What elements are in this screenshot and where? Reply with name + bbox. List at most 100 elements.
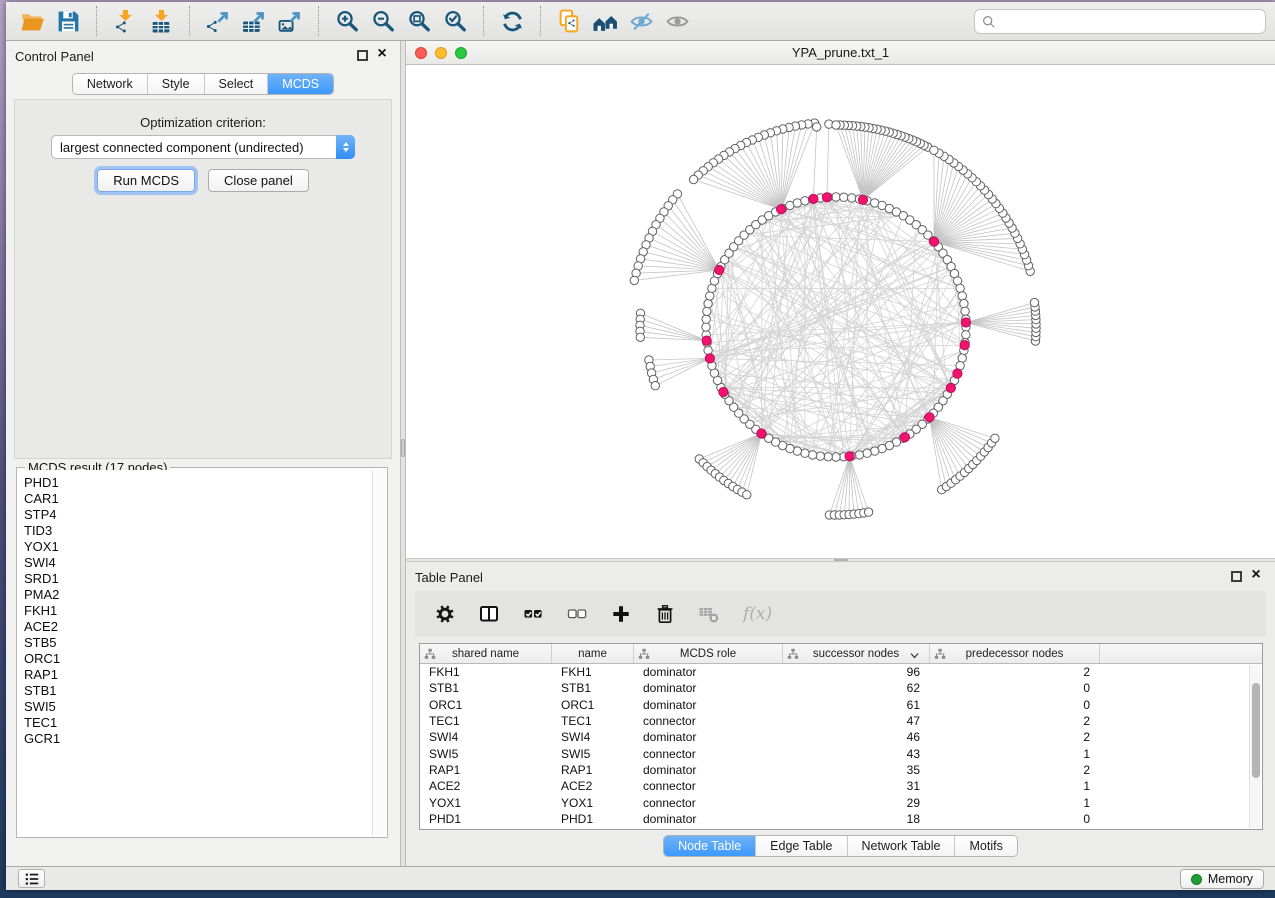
- export-table-button[interactable]: [239, 6, 269, 36]
- cell-name[interactable]: SWI5: [552, 747, 634, 761]
- show-all-button[interactable]: [662, 6, 692, 36]
- cell-name[interactable]: YOX1: [552, 796, 634, 810]
- network-graph[interactable]: [406, 65, 1275, 558]
- cell-successor-nodes[interactable]: 47: [783, 714, 930, 728]
- cell-shared-name[interactable]: ORC1: [420, 698, 552, 712]
- mcds-result-item[interactable]: TEC1: [19, 715, 372, 731]
- mcds-result-item[interactable]: PMA2: [19, 587, 372, 603]
- table-row[interactable]: FKH1FKH1dominator962: [420, 664, 1262, 680]
- refresh-network-button[interactable]: [497, 6, 527, 36]
- mcds-result-item[interactable]: YOX1: [19, 539, 372, 555]
- cell-predecessor-nodes[interactable]: 1: [930, 779, 1100, 793]
- cell-name[interactable]: STB1: [552, 681, 634, 695]
- column-header-successor-nodes[interactable]: successor nodes: [783, 644, 930, 663]
- table-row[interactable]: YOX1YOX1connector291: [420, 794, 1262, 810]
- duplicate-network-button[interactable]: [554, 6, 584, 36]
- network-canvas[interactable]: [406, 65, 1275, 558]
- table-scrollbar-thumb[interactable]: [1252, 683, 1260, 778]
- cell-successor-nodes[interactable]: 46: [783, 730, 930, 744]
- cell-shared-name[interactable]: SWI4: [420, 730, 552, 744]
- cell-successor-nodes[interactable]: 18: [783, 812, 930, 826]
- cell-shared-name[interactable]: STB1: [420, 681, 552, 695]
- cell-name[interactable]: SWI4: [552, 730, 634, 744]
- tab-mcds[interactable]: MCDS: [267, 74, 333, 94]
- cell-MCDS-role[interactable]: dominator: [634, 730, 783, 744]
- cell-name[interactable]: PHD1: [552, 812, 634, 826]
- cell-MCDS-role[interactable]: dominator: [634, 763, 783, 777]
- cell-name[interactable]: TEC1: [552, 714, 634, 728]
- column-header-predecessor-nodes[interactable]: predecessor nodes: [930, 644, 1100, 663]
- cell-successor-nodes[interactable]: 35: [783, 763, 930, 777]
- cell-predecessor-nodes[interactable]: 2: [930, 730, 1100, 744]
- cell-MCDS-role[interactable]: connector: [634, 714, 783, 728]
- cell-shared-name[interactable]: TEC1: [420, 714, 552, 728]
- table-row[interactable]: RAP1RAP1dominator352: [420, 762, 1262, 778]
- cell-shared-name[interactable]: ACE2: [420, 779, 552, 793]
- cell-successor-nodes[interactable]: 31: [783, 779, 930, 793]
- table-row[interactable]: TEC1TEC1connector472: [420, 713, 1262, 729]
- save-session-button[interactable]: [53, 6, 83, 36]
- cell-MCDS-role[interactable]: dominator: [634, 681, 783, 695]
- mcds-result-item[interactable]: CAR1: [19, 491, 372, 507]
- cell-predecessor-nodes[interactable]: 1: [930, 796, 1100, 810]
- float-panel-icon[interactable]: [357, 50, 368, 61]
- cell-predecessor-nodes[interactable]: 0: [930, 812, 1100, 826]
- mcds-result-item[interactable]: GCR1: [19, 731, 372, 747]
- mcds-result-item[interactable]: STP4: [19, 507, 372, 523]
- cell-predecessor-nodes[interactable]: 0: [930, 698, 1100, 712]
- tab-network-table[interactable]: Network Table: [847, 836, 955, 856]
- tab-node-table[interactable]: Node Table: [664, 836, 755, 856]
- mcds-result-item[interactable]: ACE2: [19, 619, 372, 635]
- zoom-fit-button[interactable]: [404, 6, 434, 36]
- tab-network[interactable]: Network: [73, 74, 147, 94]
- cell-shared-name[interactable]: YOX1: [420, 796, 552, 810]
- mcds-list-scrollbar[interactable]: [372, 470, 385, 835]
- select-all-checkboxes-button[interactable]: [523, 604, 543, 624]
- task-history-button[interactable]: [18, 869, 45, 888]
- first-neighbors-button[interactable]: [590, 6, 620, 36]
- zoom-out-button[interactable]: [368, 6, 398, 36]
- table-row[interactable]: SWI5SWI5connector431: [420, 745, 1262, 761]
- mcds-result-item[interactable]: SRD1: [19, 571, 372, 587]
- cell-shared-name[interactable]: PHD1: [420, 812, 552, 826]
- open-session-button[interactable]: [17, 6, 47, 36]
- tab-style[interactable]: Style: [147, 74, 204, 94]
- cell-name[interactable]: FKH1: [552, 665, 634, 679]
- deselect-all-checkboxes-button[interactable]: [567, 604, 587, 624]
- column-header-name[interactable]: name: [552, 644, 634, 663]
- mcds-result-list[interactable]: PHD1CAR1STP4TID3YOX1SWI4SRD1PMA2FKH1ACE2…: [19, 470, 372, 835]
- search-input[interactable]: [1000, 12, 1265, 32]
- optimization-criterion-select[interactable]: largest connected component (undirected): [51, 135, 355, 159]
- table-row[interactable]: ACE2ACE2connector311: [420, 778, 1262, 794]
- column-header-MCDS-role[interactable]: MCDS role: [634, 644, 783, 663]
- table-scrollbar[interactable]: [1249, 665, 1261, 828]
- zoom-selected-button[interactable]: [440, 6, 470, 36]
- cell-name[interactable]: ORC1: [552, 698, 634, 712]
- memory-button[interactable]: Memory: [1180, 869, 1264, 889]
- cell-successor-nodes[interactable]: 96: [783, 665, 930, 679]
- cell-successor-nodes[interactable]: 43: [783, 747, 930, 761]
- mcds-result-item[interactable]: PHD1: [19, 475, 372, 491]
- cell-predecessor-nodes[interactable]: 1: [930, 747, 1100, 761]
- mcds-result-item[interactable]: STB1: [19, 683, 372, 699]
- cell-MCDS-role[interactable]: connector: [634, 747, 783, 761]
- cell-predecessor-nodes[interactable]: 2: [930, 714, 1100, 728]
- close-table-panel-icon[interactable]: ×: [1248, 566, 1264, 584]
- cell-shared-name[interactable]: RAP1: [420, 763, 552, 777]
- cell-predecessor-nodes[interactable]: 2: [930, 665, 1100, 679]
- import-table-button[interactable]: [146, 6, 176, 36]
- cell-successor-nodes[interactable]: 29: [783, 796, 930, 810]
- cell-shared-name[interactable]: SWI5: [420, 747, 552, 761]
- cell-MCDS-role[interactable]: connector: [634, 796, 783, 810]
- column-header-shared-name[interactable]: shared name: [420, 644, 552, 663]
- cell-name[interactable]: RAP1: [552, 763, 634, 777]
- export-image-button[interactable]: [275, 6, 305, 36]
- close-panel-button[interactable]: Close panel: [208, 169, 309, 192]
- split-columns-button[interactable]: [479, 604, 499, 624]
- cell-MCDS-role[interactable]: connector: [634, 779, 783, 793]
- close-panel-icon[interactable]: ×: [374, 45, 390, 63]
- hide-selected-button[interactable]: [626, 6, 656, 36]
- mcds-result-item[interactable]: SWI5: [19, 699, 372, 715]
- cell-MCDS-role[interactable]: dominator: [634, 698, 783, 712]
- tab-motifs[interactable]: Motifs: [954, 836, 1016, 856]
